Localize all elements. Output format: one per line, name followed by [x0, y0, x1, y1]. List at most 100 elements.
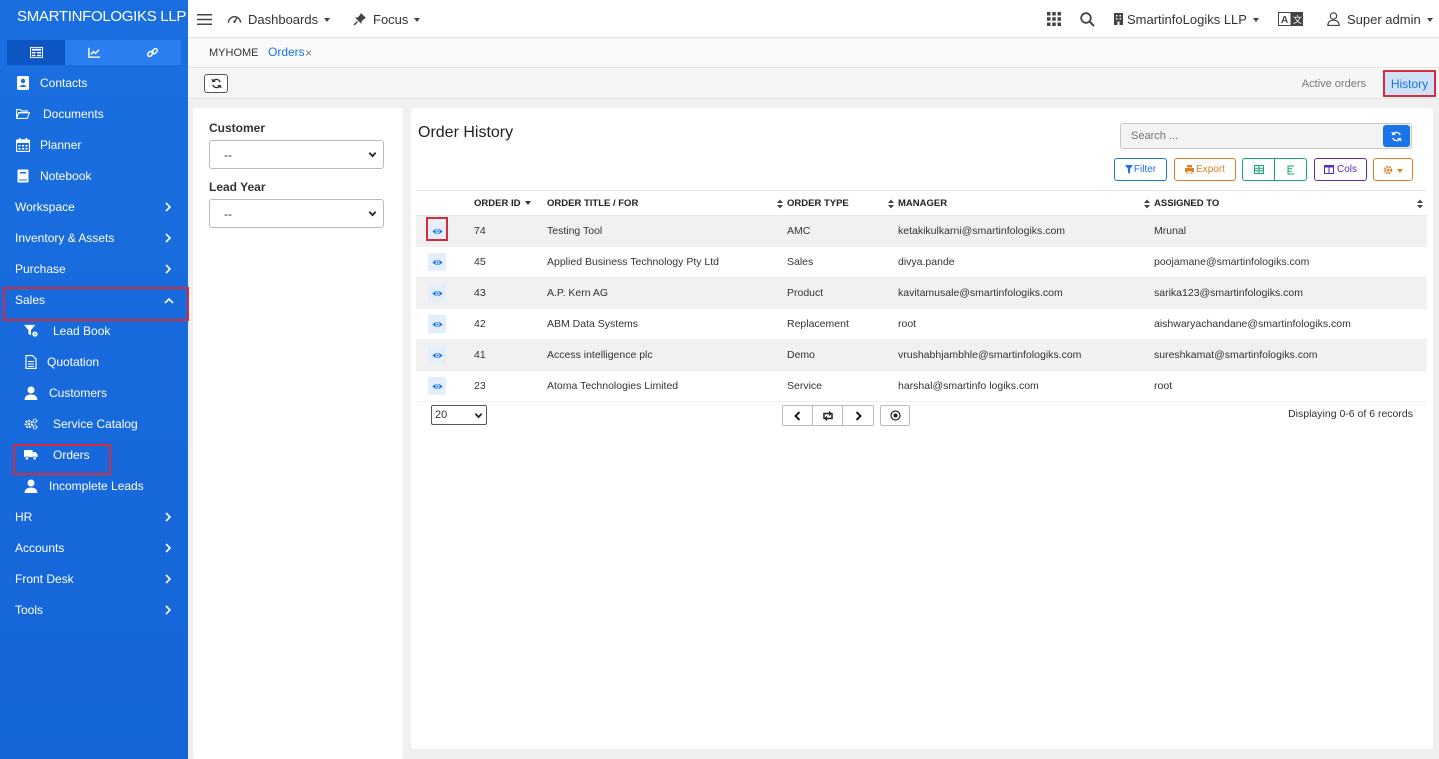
calendar-icon [15, 137, 31, 152]
header-order-title[interactable]: ORDER TITLE / FOR [547, 190, 787, 216]
sidebar-item-planner[interactable]: Planner [0, 129, 188, 160]
assigned-to-cell: sarika123@smartinfologiks.com [1154, 277, 1427, 309]
eye-icon [431, 350, 443, 361]
table-row[interactable]: 45 Applied Business Technology Pty Ltd Sal… [416, 246, 1427, 278]
header-assigned-to[interactable]: ASSIGNED TO [1154, 190, 1427, 216]
sidebar-item-quotation[interactable]: Quotation [0, 346, 188, 377]
sidebar-item-label: Inventory & Assets [15, 230, 115, 245]
sidebar-item-notebook[interactable]: Notebook [0, 160, 188, 191]
sidebar-item-accounts[interactable]: Accounts [0, 532, 188, 563]
search-field [1120, 123, 1412, 149]
tab-history[interactable]: History [1383, 70, 1436, 97]
retweet-icon [822, 410, 833, 421]
table-row[interactable]: 74 Testing Tool AMC ketakikulkarni@smartinf… [416, 215, 1427, 247]
manager-cell: vrushabhjambhle@smartinfologiks.com [898, 339, 1154, 371]
breadcrumb-orders-tab[interactable]: Orders [268, 45, 305, 59]
breadcrumb-home[interactable]: MYHOME [209, 47, 259, 59]
table-row[interactable]: 43 A.P. Kern AG Product kavitamusale@smarti… [416, 277, 1427, 309]
sidebar-item-tools[interactable]: Tools [0, 594, 188, 625]
row-actions-cell [416, 308, 474, 340]
header-label: ORDER ID [474, 197, 521, 209]
caret-down-icon [1252, 18, 1259, 22]
user-icon [23, 479, 39, 493]
svg-text:A: A [1281, 15, 1288, 26]
chevron-down-icon [474, 413, 483, 419]
sidebar-item-inventory[interactable]: Inventory & Assets [0, 222, 188, 253]
notebook-icon [15, 169, 31, 183]
prev-page-button[interactable] [783, 406, 813, 425]
reload-page-button[interactable] [813, 406, 843, 425]
focus-menu[interactable]: Focus [353, 0, 421, 38]
view-order-button[interactable] [428, 377, 446, 395]
customer-filter-select[interactable]: -- [209, 140, 384, 169]
sidebar-tab-chart[interactable] [65, 40, 123, 65]
next-page-button[interactable] [843, 406, 873, 425]
order-title-cell: Atoma Technologies Limited [547, 370, 787, 402]
order-history-panel: Order History Filter Export Cols ORDER I… [411, 108, 1433, 749]
view-order-button[interactable] [428, 284, 446, 302]
row-actions-cell [416, 339, 474, 371]
sidebar-item-documents[interactable]: Documents [0, 98, 188, 129]
chevron-right-icon [855, 410, 862, 421]
header-order-id[interactable]: ORDER ID [474, 190, 547, 216]
columns-button-label: Cols [1336, 164, 1357, 175]
sidebar-tab-table[interactable] [7, 40, 65, 65]
tab-active-orders[interactable]: Active orders [1302, 78, 1366, 90]
page-size-value: 20 [435, 409, 448, 421]
sidebar-item-hr[interactable]: HR [0, 501, 188, 532]
dashboards-menu[interactable]: Dashboards [227, 0, 331, 38]
chevron-right-icon [164, 573, 172, 584]
sidebar-item-purchase[interactable]: Purchase [0, 253, 188, 284]
caret-down-icon [1397, 168, 1403, 173]
search-refresh-button[interactable] [1383, 125, 1410, 147]
sort-icon [777, 199, 783, 209]
header-order-type[interactable]: ORDER TYPE [787, 190, 898, 216]
view-order-button[interactable] [428, 346, 446, 364]
sidebar-tab-link[interactable] [123, 40, 181, 65]
filter-button-label: Filter [1133, 164, 1157, 175]
header-manager[interactable]: MANAGER [898, 190, 1154, 216]
search-input[interactable] [1121, 124, 1376, 148]
manager-cell: root [898, 308, 1154, 340]
top-bar: Dashboards Focus SmartinfoLogiks LLP A文 … [188, 0, 1439, 38]
sidebar-item-label: HR [15, 509, 33, 524]
table-row[interactable]: 41 Access intelligence plc Demo vrushabhjam… [416, 339, 1427, 371]
search-button[interactable] [1080, 0, 1095, 38]
sidebar-item-workspace[interactable]: Workspace [0, 191, 188, 222]
refresh-button[interactable] [204, 74, 228, 93]
sort-icon [1417, 199, 1423, 209]
company-switcher[interactable]: SmartinfoLogiks LLP [1114, 0, 1259, 38]
pager-options-button[interactable] [880, 405, 910, 426]
assigned-to-cell: poojamane@smartinfologiks.com [1154, 246, 1427, 278]
order-type-cell: Service [787, 370, 898, 402]
language-button[interactable]: A文 [1278, 0, 1303, 38]
sidebar-nav: Contacts Documents Planner Notebook Work… [0, 67, 188, 625]
columns-button[interactable]: Cols [1314, 158, 1367, 181]
grid-view-button[interactable] [1242, 158, 1275, 181]
page-size-select[interactable]: 20 [431, 405, 487, 425]
header-label: ORDER TYPE [787, 197, 849, 209]
filter-button[interactable]: Filter [1114, 158, 1167, 181]
sidebar-item-service-catalog[interactable]: Service Catalog [0, 408, 188, 439]
brand-logo: SMARTINFOLOGIKS LLP [17, 8, 187, 25]
sidebar-item-customers[interactable]: Customers [0, 377, 188, 408]
export-button[interactable]: Export [1174, 158, 1236, 181]
highlight-box-view-row [426, 217, 448, 241]
table-row[interactable]: 42 ABM Data Systems Replacement root aishwar… [416, 308, 1427, 340]
settings-dropdown-button[interactable] [1373, 158, 1413, 181]
view-order-button[interactable] [428, 253, 446, 271]
sidebar-item-front-desk[interactable]: Front Desk [0, 563, 188, 594]
table-row[interactable]: 23 Atoma Technologies Limited Service harsh… [416, 370, 1427, 402]
apps-grid-button[interactable] [1047, 0, 1061, 38]
focus-label: Focus [373, 11, 409, 27]
table-icon [29, 46, 43, 59]
user-menu[interactable]: Super admin [1327, 0, 1433, 38]
list-view-button[interactable] [1274, 158, 1307, 181]
sort-icon [888, 199, 894, 209]
close-tab-icon[interactable]: × [305, 46, 312, 60]
sidebar-item-contacts[interactable]: Contacts [0, 67, 188, 98]
table-header-row: ORDER ID ORDER TITLE / FOR ORDER TYPE MA… [416, 190, 1427, 216]
hamburger-menu-button[interactable] [197, 0, 212, 38]
view-order-button[interactable] [428, 315, 446, 333]
lead-year-filter-select[interactable]: -- [209, 199, 384, 228]
